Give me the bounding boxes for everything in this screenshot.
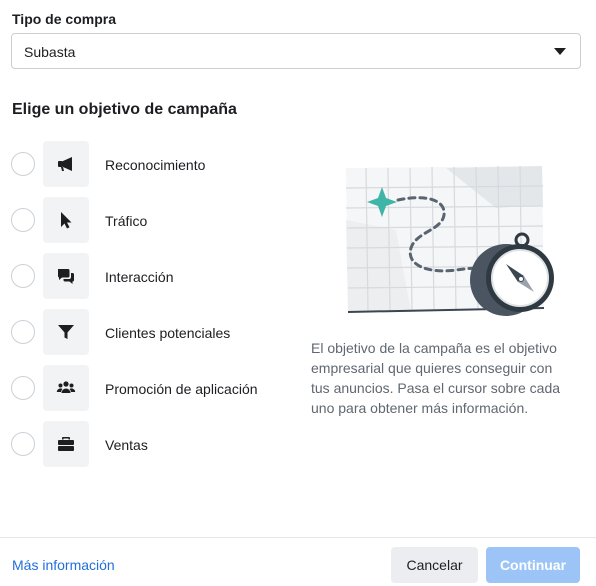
objective-label: Promoción de aplicación	[105, 381, 258, 397]
radio-button[interactable]	[11, 208, 35, 232]
objective-icon-tile	[43, 197, 89, 243]
objective-label: Interacción	[105, 269, 174, 285]
objective-list: Reconocimiento Tráfico Interacción Clien…	[11, 141, 301, 477]
footer-divider	[0, 537, 596, 538]
people-group-icon	[56, 381, 76, 393]
map-compass-illustration	[345, 165, 554, 316]
radio-button[interactable]	[11, 432, 35, 456]
objective-icon-tile	[43, 141, 89, 187]
objective-label: Ventas	[105, 437, 148, 453]
purchase-type-value: Subasta	[24, 44, 76, 60]
objective-label: Clientes potenciales	[105, 325, 231, 341]
briefcase-icon	[58, 437, 74, 451]
caret-down-icon	[554, 48, 566, 55]
radio-button[interactable]	[11, 152, 35, 176]
cancel-button[interactable]: Cancelar	[391, 547, 478, 583]
purchase-type-label: Tipo de compra	[12, 11, 116, 27]
objective-sales[interactable]: Ventas	[11, 421, 301, 477]
objective-engagement[interactable]: Interacción	[11, 253, 301, 309]
continue-button[interactable]: Continuar	[486, 547, 580, 583]
objective-leads[interactable]: Clientes potenciales	[11, 309, 301, 365]
radio-button[interactable]	[11, 264, 35, 288]
objective-icon-tile	[43, 421, 89, 467]
objective-icon-tile	[43, 309, 89, 355]
objective-icon-tile	[43, 365, 89, 411]
more-info-link[interactable]: Más información	[12, 557, 115, 573]
objective-awareness[interactable]: Reconocimiento	[11, 141, 301, 197]
objective-label: Reconocimiento	[105, 157, 206, 173]
objective-traffic[interactable]: Tráfico	[11, 197, 301, 253]
funnel-icon	[58, 325, 74, 339]
megaphone-icon	[58, 157, 72, 171]
objective-icon-tile	[43, 253, 89, 299]
objective-label: Tráfico	[105, 213, 148, 229]
purchase-type-select[interactable]: Subasta	[11, 33, 581, 69]
radio-button[interactable]	[11, 320, 35, 344]
section-title: Elige un objetivo de campaña	[12, 101, 237, 118]
cursor-icon	[61, 212, 72, 229]
objective-description: El objetivo de la campaña es el objetivo…	[311, 340, 561, 416]
objective-app-promotion[interactable]: Promoción de aplicación	[11, 365, 301, 421]
chat-bubbles-icon	[58, 269, 74, 284]
radio-button[interactable]	[11, 376, 35, 400]
